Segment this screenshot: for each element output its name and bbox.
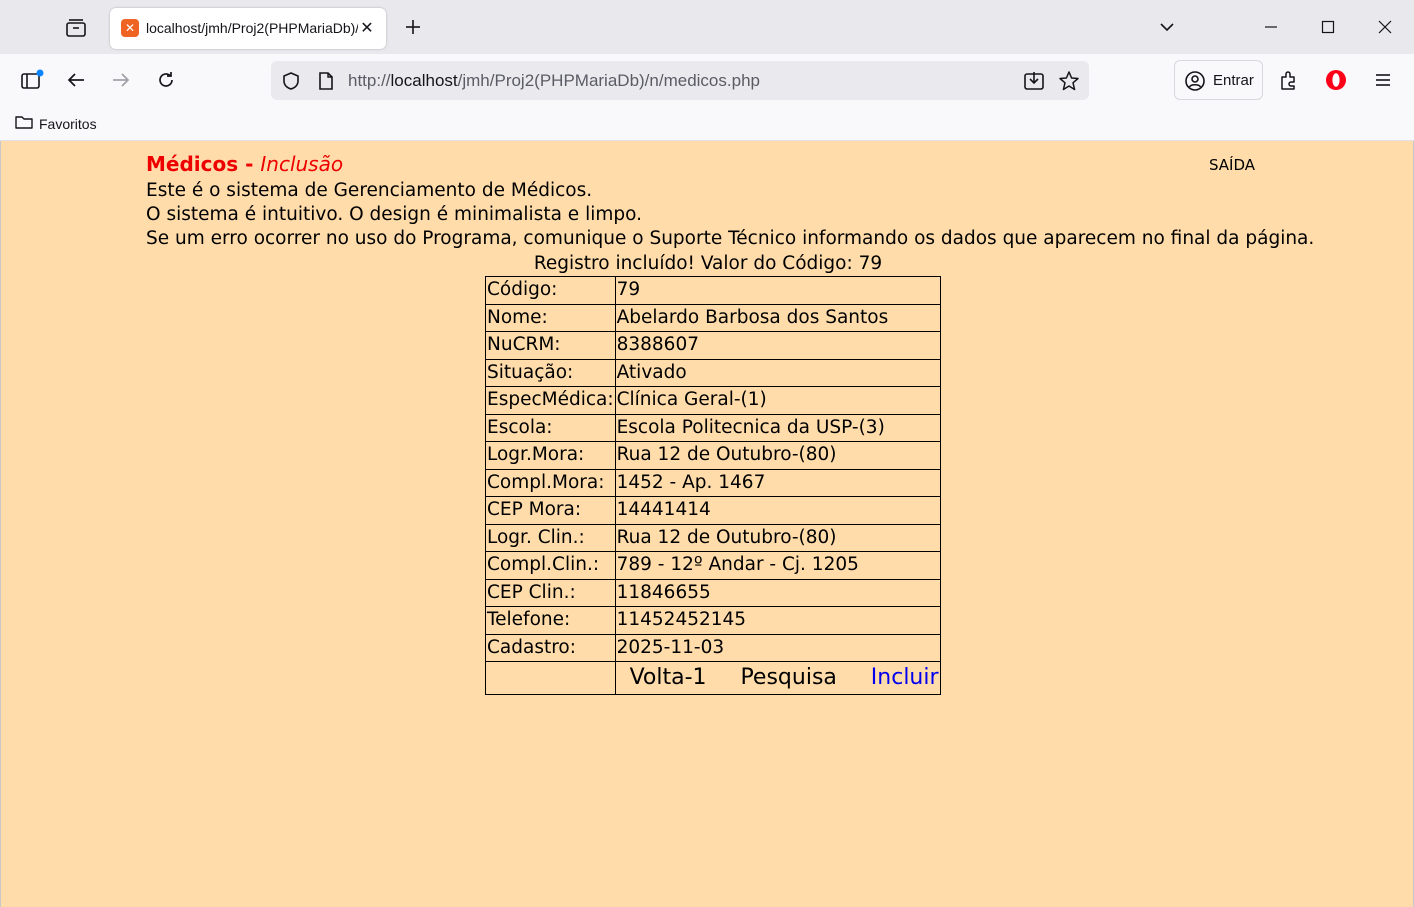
sidebar-icon[interactable]: [16, 64, 48, 96]
field-label: Escola:: [485, 413, 616, 442]
table-row: Escola: Escola Politecnica da USP-(3): [485, 413, 941, 442]
field-label: Compl.Clin.:: [485, 551, 616, 580]
field-value: Abelardo Barbosa dos Santos: [614, 303, 941, 332]
table-row: Logr.Mora: Rua 12 de Outubro-(80): [485, 441, 941, 470]
forward-arrow-icon[interactable]: [105, 64, 137, 96]
reload-icon[interactable]: [150, 64, 182, 96]
chevron-down-icon[interactable]: [1154, 14, 1180, 40]
intro-line-1: Este é o sistema de Gerenciamento de Méd…: [146, 180, 593, 201]
new-tab-icon[interactable]: [400, 14, 426, 40]
tab-medicos[interactable]: ✕ localhost/jmh/Proj2(PHPMariaDb)/n/medi…: [110, 8, 386, 49]
field-value: 11452452145: [614, 606, 941, 635]
table-row: Logr. Clin.: Rua 12 de Outubro-(80): [485, 523, 941, 552]
field-value: Clínica Geral-(1): [614, 386, 941, 415]
field-label: EspecMédica:: [485, 386, 616, 415]
field-value: Escola Politecnica da USP-(3): [614, 413, 941, 442]
url-bar[interactable]: http://localhost/jmh/Proj2(PHPMariaDb)/n…: [271, 61, 1089, 100]
account-icon: [1184, 70, 1206, 96]
field-label: Compl.Mora:: [485, 468, 616, 497]
field-value: 2025-11-03: [614, 633, 941, 662]
table-row: Situação: Ativado: [485, 358, 941, 387]
bookmark-star-icon[interactable]: [1058, 70, 1080, 92]
tab-list-icon[interactable]: [60, 13, 92, 43]
field-label: CEP Mora:: [485, 496, 616, 525]
table-row: CEP Mora: 14441414: [485, 496, 941, 525]
status-message: Registro incluído! Valor do Código: 79: [533, 253, 883, 274]
xampp-favicon-icon: ✕: [121, 19, 139, 37]
maximize-icon[interactable]: [1313, 12, 1343, 42]
bookmarks-toolbar: Favoritos: [0, 106, 1414, 141]
back-arrow-icon[interactable]: [60, 64, 92, 96]
extensions-icon[interactable]: [1273, 64, 1305, 96]
opera-icon[interactable]: [1320, 64, 1352, 96]
table-row: Código: 79: [485, 276, 941, 305]
save-page-icon[interactable]: [1023, 70, 1045, 92]
page-title-separator: -: [238, 152, 261, 176]
table-row: CEP Clin.: 11846655: [485, 578, 941, 607]
bookmark-favoritos[interactable]: Favoritos: [14, 113, 97, 135]
record-table: Código: 79 Nome: Abelardo Barbosa dos Santo…: [485, 276, 941, 695]
actions-empty-cell: [485, 661, 616, 695]
close-window-icon[interactable]: [1370, 12, 1400, 42]
url-scheme: http://: [348, 71, 391, 90]
table-row: NuCRM: 8388607: [485, 331, 941, 360]
intro-line-3: Se um erro ocorrer no uso do Programa, c…: [146, 228, 1315, 249]
browser-navbar: http://localhost/jmh/Proj2(PHPMariaDb)/n…: [0, 54, 1414, 106]
folder-icon: [14, 114, 34, 134]
url-path: /jmh/Proj2(PHPMariaDb)/n/medicos.php: [457, 71, 760, 90]
field-value: 14441414: [614, 496, 941, 525]
sign-in-button[interactable]: Entrar: [1174, 60, 1263, 100]
page-subtitle: Inclusão: [260, 152, 344, 176]
table-row: Compl.Clin.: 789 - 12º Andar - Cj. 1205: [485, 551, 941, 580]
page-title: Médicos - Inclusão: [146, 152, 343, 176]
field-label: Situação:: [485, 358, 616, 387]
field-label: Logr.Mora:: [485, 441, 616, 470]
table-row: EspecMédica: Clínica Geral-(1): [485, 386, 941, 415]
field-value: 789 - 12º Andar - Cj. 1205: [614, 551, 941, 580]
actions-row: Volta-1 Pesquisa Incluir: [485, 661, 941, 695]
field-label: NuCRM:: [485, 331, 616, 360]
search-button[interactable]: Pesquisa: [740, 665, 836, 691]
minimize-icon[interactable]: [1256, 12, 1286, 42]
table-row: Telefone: 11452452145: [485, 606, 941, 635]
page-content: Médicos - Inclusão SAÍDA Este é o sistem…: [0, 141, 1414, 907]
field-value: 79: [614, 276, 941, 305]
field-label: Logr. Clin.:: [485, 523, 616, 552]
intro-line-2: O sistema é intuitivo. O design é minima…: [146, 204, 642, 225]
field-value: 8388607: [614, 331, 941, 360]
page-icon[interactable]: [315, 70, 337, 92]
field-label: Cadastro:: [485, 633, 616, 662]
tab-title: localhost/jmh/Proj2(PHPMariaDb)/n/medico…: [146, 20, 358, 36]
field-value: Rua 12 de Outubro-(80): [614, 441, 941, 470]
actions-cell: Volta-1 Pesquisa Incluir: [614, 661, 941, 695]
sign-in-label: Entrar: [1213, 72, 1254, 89]
table-row: Compl.Mora: 1452 - Ap. 1467: [485, 468, 941, 497]
field-value: 11846655: [614, 578, 941, 607]
menu-icon[interactable]: [1367, 64, 1399, 96]
page-title-main: Médicos: [146, 152, 239, 176]
bookmark-label: Favoritos: [39, 116, 97, 132]
field-value: Ativado: [614, 358, 941, 387]
close-tab-icon[interactable]: ✕: [356, 17, 378, 39]
shield-icon[interactable]: [280, 70, 302, 92]
table-row: Nome: Abelardo Barbosa dos Santos: [485, 303, 941, 332]
browser-titlebar: ✕ localhost/jmh/Proj2(PHPMariaDb)/n/medi…: [0, 0, 1414, 54]
field-value: 1452 - Ap. 1467: [614, 468, 941, 497]
exit-link[interactable]: SAÍDA: [1209, 156, 1255, 174]
field-label: Nome:: [485, 303, 616, 332]
include-link[interactable]: Incluir: [871, 665, 939, 691]
field-label: Código:: [485, 276, 616, 305]
field-label: CEP Clin.:: [485, 578, 616, 607]
url-text[interactable]: http://localhost/jmh/Proj2(PHPMariaDb)/n…: [348, 71, 760, 91]
field-value: Rua 12 de Outubro-(80): [614, 523, 941, 552]
field-label: Telefone:: [485, 606, 616, 635]
table-row: Cadastro: 2025-11-03: [485, 633, 941, 662]
back-button[interactable]: Volta-1: [630, 665, 707, 691]
url-host: localhost: [390, 71, 458, 90]
